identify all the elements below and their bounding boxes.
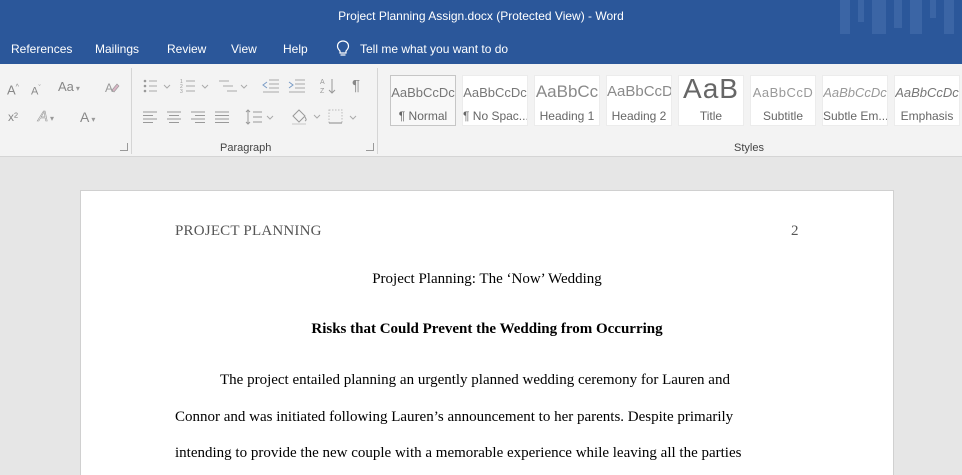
tab-mailings[interactable]: Mailings — [95, 42, 139, 56]
title-bar-pattern — [832, 0, 962, 34]
text-effects-icon[interactable]: A ▾ — [38, 109, 54, 126]
style-subtitle[interactable]: AaBbCcD Subtitle — [750, 75, 816, 126]
body-text-line: The project entailed planning an urgentl… — [220, 372, 730, 388]
clear-formatting-icon[interactable]: A — [104, 80, 120, 97]
style-normal[interactable]: AaBbCcDc ¶ Normal — [390, 75, 456, 126]
style-preview: AaB — [683, 73, 739, 104]
svg-text:Z: Z — [320, 88, 325, 95]
justify-icon[interactable] — [214, 110, 230, 124]
styles-group-label: Styles — [734, 142, 764, 154]
show-formatting-marks-icon[interactable]: ¶ — [352, 78, 360, 93]
paragraph-group-label: Paragraph — [220, 142, 272, 154]
multilevel-list-icon[interactable] — [219, 78, 249, 94]
font-dialog-launcher[interactable] — [120, 143, 128, 151]
decrease-indent-icon[interactable] — [262, 78, 280, 94]
numbering-icon[interactable]: 1 2 3 — [180, 78, 210, 94]
svg-text:A: A — [105, 81, 113, 94]
paragraph-dialog-launcher[interactable] — [366, 143, 374, 151]
style-name: Heading 2 — [611, 109, 667, 123]
ribbon: A^ Aˇ Aa ▾ A x² A ▾ A ▾ 1 2 3 AZ ¶ Parag… — [0, 64, 962, 157]
body-text-line: intending to provide the new couple with… — [175, 445, 742, 461]
ribbon-separator — [377, 68, 378, 154]
superscript-icon[interactable]: x² — [8, 110, 18, 124]
body-text-line: Connor and was initiated following Laure… — [175, 409, 734, 425]
style-name: ¶ Normal — [398, 109, 448, 123]
font-color-icon[interactable]: A ▾ — [80, 110, 95, 127]
style-preview: AaBbCcDc — [895, 85, 959, 100]
style-preview: AaBbCcDc — [823, 85, 887, 100]
svg-text:A: A — [320, 79, 325, 86]
styles-gallery: AaBbCcDc ¶ Normal AaBbCcDc ¶ No Spac... … — [386, 70, 962, 132]
style-preview: AaBbCcD — [752, 85, 814, 100]
style-preview: AaBbCcDc — [463, 85, 527, 100]
align-center-icon[interactable] — [166, 110, 182, 124]
document-page[interactable]: PROJECT PLANNING 2 Project Planning: The… — [80, 190, 894, 475]
ribbon-separator — [131, 68, 132, 154]
style-name: Subtle Em... — [823, 109, 887, 123]
style-emphasis[interactable]: AaBbCcDc Emphasis — [894, 75, 960, 126]
grow-font-icon[interactable]: A^ — [7, 81, 19, 97]
menu-bar: References Mailings Review View Help Tel… — [0, 34, 962, 64]
tell-me-label: Tell me what you want to do — [360, 41, 509, 56]
style-name: ¶ No Spac... — [463, 109, 527, 123]
sort-icon[interactable]: AZ — [320, 77, 336, 95]
line-spacing-icon[interactable] — [245, 109, 275, 125]
style-name: Title — [699, 109, 723, 123]
document-title: Project Planning: The ‘Now’ Wedding — [372, 271, 602, 287]
tab-references[interactable]: References — [11, 42, 72, 56]
style-no-spacing[interactable]: AaBbCcDc ¶ No Spac... — [462, 75, 528, 126]
tab-help[interactable]: Help — [283, 42, 308, 56]
title-bar: Project Planning Assign.docx (Protected … — [0, 0, 962, 34]
style-heading-1[interactable]: AaBbCc Heading 1 — [534, 75, 600, 126]
style-name: Heading 1 — [539, 109, 595, 123]
bullets-icon[interactable] — [142, 78, 172, 94]
page-number: 2 — [791, 223, 799, 239]
running-head: PROJECT PLANNING — [175, 223, 322, 239]
window-title: Project Planning Assign.docx (Protected … — [338, 9, 624, 23]
style-heading-2[interactable]: AaBbCcD Heading 2 — [606, 75, 672, 126]
tab-view[interactable]: View — [231, 42, 257, 56]
style-subtle-emphasis[interactable]: AaBbCcDc Subtle Em... — [822, 75, 888, 126]
lightbulb-icon — [336, 40, 350, 56]
borders-icon[interactable] — [328, 109, 360, 125]
tab-review[interactable]: Review — [167, 42, 206, 56]
align-left-icon[interactable] — [142, 110, 158, 124]
style-preview: AaBbCcDc — [391, 85, 455, 100]
style-name: Emphasis — [900, 109, 954, 123]
style-title[interactable]: AaB Title — [678, 73, 744, 126]
section-heading: Risks that Could Prevent the Wedding fro… — [311, 321, 663, 337]
change-case-icon[interactable]: Aa ▾ — [58, 80, 80, 96]
shading-icon[interactable] — [290, 108, 322, 126]
increase-indent-icon[interactable] — [288, 78, 306, 94]
align-right-icon[interactable] — [190, 110, 206, 124]
svg-text:3: 3 — [180, 89, 183, 94]
shrink-font-icon[interactable]: Aˇ — [31, 82, 41, 99]
style-preview: AaBbCc — [535, 82, 599, 101]
tell-me-search[interactable]: Tell me what you want to do — [336, 40, 508, 57]
style-name: Subtitle — [762, 109, 804, 123]
style-preview: AaBbCcD — [607, 83, 671, 100]
